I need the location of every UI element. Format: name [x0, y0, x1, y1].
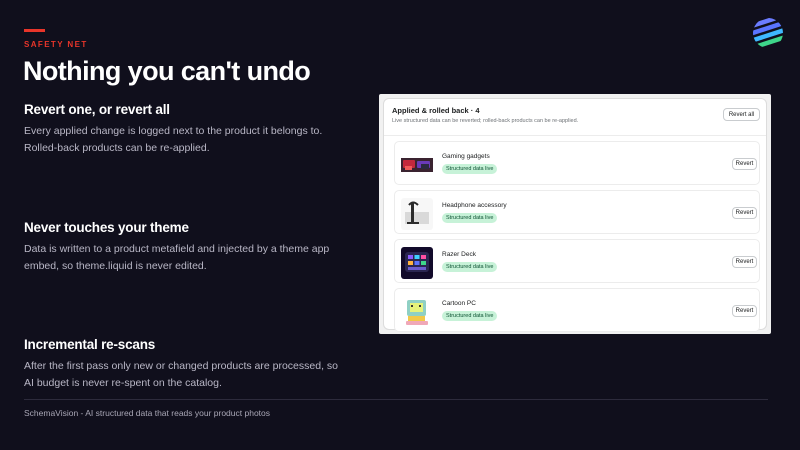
gaming-gadgets-thumbnail-icon	[401, 149, 433, 181]
revert-button[interactable]: Revert	[732, 256, 757, 268]
feature-revert: Revert one, or revert all Every applied …	[24, 102, 344, 157]
revert-button[interactable]: Revert	[732, 305, 757, 317]
logo-globe-icon	[751, 16, 785, 50]
status-badge: Structured data live	[442, 262, 498, 272]
applied-rolled-back-card: Applied & rolled back · 4 Live structure…	[383, 98, 767, 332]
footer-text: SchemaVision - AI structured data that r…	[24, 408, 271, 418]
feature-heading: Never touches your theme	[24, 220, 189, 235]
feature-text-line: Every applied change is logged next to t…	[24, 125, 323, 137]
stream-deck-thumbnail-icon	[401, 247, 433, 279]
revert-all-button[interactable]: Revert all	[723, 108, 760, 121]
eyebrow-accent-bar	[24, 29, 45, 32]
product-row: Cartoon PC Structured data live Revert	[394, 288, 760, 332]
footer-divider	[24, 399, 768, 400]
page-title: Nothing you can't undo	[23, 56, 311, 86]
revert-button[interactable]: Revert	[732, 158, 757, 170]
feature-text-line: After the first pass only new or changed…	[24, 360, 339, 372]
feature-text-line: Data is written to a product metafield a…	[24, 243, 330, 255]
feature-text-line: AI budget is never re-spent on the catal…	[24, 377, 222, 389]
feature-text: Every applied change is logged next to t…	[24, 123, 344, 157]
feature-heading: Incremental re-scans	[24, 337, 156, 352]
card-divider	[384, 135, 766, 136]
feature-text: Data is written to a product metafield a…	[24, 241, 344, 275]
feature-heading: Revert one, or revert all	[24, 102, 170, 117]
feature-text-line: Rolled-back products can be re-applied.	[24, 142, 210, 154]
product-name: Cartoon PC	[442, 300, 476, 307]
status-badge: Structured data live	[442, 311, 498, 321]
card-title: Applied & rolled back · 4	[392, 106, 480, 115]
eyebrow-label: SAFETY NET	[24, 40, 88, 49]
feature-text-line: embed, so theme.liquid is never edited.	[24, 260, 207, 272]
product-name: Headphone accessory	[442, 202, 507, 209]
product-row: Gaming gadgets Structured data live Reve…	[394, 141, 760, 185]
revert-button[interactable]: Revert	[732, 207, 757, 219]
headphone-stand-thumbnail-icon	[401, 198, 433, 230]
status-badge: Structured data live	[442, 164, 498, 174]
product-row: Razer Deck Structured data live Revert	[394, 239, 760, 283]
feature-theme: Never touches your theme Data is written…	[24, 220, 344, 275]
product-row: Headphone accessory Structured data live…	[394, 190, 760, 234]
retro-computer-thumbnail-icon	[401, 296, 433, 328]
status-badge: Structured data live	[442, 213, 498, 223]
product-name: Razer Deck	[442, 251, 476, 258]
feature-rescans: Incremental re-scans After the first pas…	[24, 337, 344, 392]
feature-text: After the first pass only new or changed…	[24, 358, 344, 392]
app-screenshot: Applied & rolled back · 4 Live structure…	[379, 94, 771, 334]
card-subtitle: Live structured data can be reverted; ro…	[392, 118, 579, 124]
product-name: Gaming gadgets	[442, 153, 490, 160]
